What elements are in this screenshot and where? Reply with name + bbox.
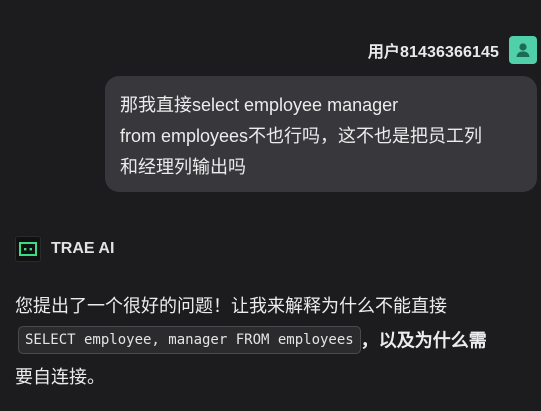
user-message-line: from employees不也行吗，这不也是把员工列 (120, 126, 483, 146)
user-message-line: 和经理列输出吗 (120, 157, 246, 177)
assistant-message-line: SELECT employee, manager FROM employees，… (15, 321, 535, 357)
assistant-message-line: 要自连接。 (15, 367, 105, 387)
user-avatar-icon (516, 43, 530, 57)
assistant-avatar (15, 236, 41, 262)
assistant-message-header: TRAE AI (15, 236, 114, 262)
inline-code: SELECT employee, manager FROM employees (18, 326, 361, 355)
assistant-message: 您提出了一个很好的问题！让我来解释为什么不能直接 SELECT employee… (15, 291, 535, 397)
assistant-message-line: 您提出了一个很好的问题！让我来解释为什么不能直接 (15, 296, 447, 316)
trae-logo-icon (19, 242, 37, 256)
assistant-name: TRAE AI (51, 240, 115, 257)
user-message-header: 用户81436366145 (368, 36, 537, 64)
user-message-line: 那我直接select employee manager (120, 95, 399, 115)
user-name: 用户81436366145 (367, 44, 499, 61)
user-message-bubble: 那我直接select employee manager from employe… (105, 76, 537, 192)
assistant-message-text: ，以及为什么需 (360, 330, 487, 351)
user-avatar[interactable] (509, 36, 537, 64)
